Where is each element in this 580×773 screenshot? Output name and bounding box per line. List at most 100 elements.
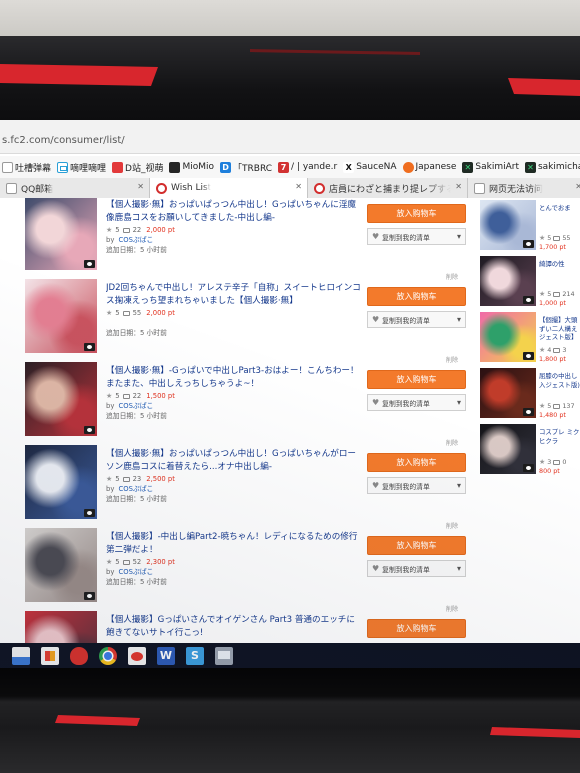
seller-link[interactable]: COSぷぱこ: [119, 485, 154, 493]
bookmark[interactable]: D站_视萌: [112, 161, 163, 174]
item-title-link[interactable]: 【個人撮影】-中出し編Part2-暁ちゃん！レディになるための修行第二弾だよ！: [106, 531, 361, 556]
item-thumbnail[interactable]: [25, 198, 97, 270]
bookmark[interactable]: SakimiArt: [462, 161, 519, 173]
miomio-icon: [169, 161, 181, 173]
recommended-thumbnail[interactable]: [480, 312, 536, 362]
browser-tab[interactable]: Wish List ✕: [150, 178, 308, 198]
bookmark[interactable]: SauceNA: [343, 161, 397, 173]
seller-link[interactable]: COSぷぱこ: [119, 402, 154, 410]
item-added-date: 追加日期：5 小时前: [106, 578, 167, 586]
weibo-icon[interactable]: [128, 646, 146, 665]
seller-link[interactable]: COSぷぱこ: [119, 236, 154, 244]
screen-icon[interactable]: [215, 646, 233, 665]
recommended-title[interactable]: とんでおま: [539, 204, 580, 234]
close-icon[interactable]: ✕: [295, 182, 302, 191]
recommended-thumbnail[interactable]: [480, 424, 536, 474]
recommended-thumbnail[interactable]: [480, 200, 536, 250]
close-icon[interactable]: ✕: [137, 182, 144, 191]
recommended-thumbnail[interactable]: [480, 256, 536, 306]
recommended-title[interactable]: 綺譚の性: [539, 260, 580, 290]
copy-to-list-dropdown[interactable]: ♥ 复制到我的清单 ▾: [367, 228, 466, 245]
recommended-title[interactable]: 屈膝の中出し 入ジェスト版): [539, 372, 580, 402]
bookmark-label: SauceNA: [356, 162, 397, 172]
item-added-date: 追加日期：5 小时前: [106, 329, 167, 337]
close-icon[interactable]: ✕: [455, 182, 462, 191]
copy-to-list-dropdown[interactable]: ♥ 复制到我的清单 ▾: [367, 394, 466, 411]
recommended-item[interactable]: コスプレ ミクヒクラ ★ 3 0 800 pt: [476, 422, 580, 478]
recommended-item[interactable]: 【個撮】大頭 ずい二人構え ジェスト版】 ★ 4 3 1,800 pt: [476, 310, 580, 366]
add-to-cart-button[interactable]: 放入购物车: [367, 453, 466, 472]
bookmark[interactable]: 吐槽弹幕: [2, 161, 51, 174]
recommended-title[interactable]: 【個撮】大頭 ずい二人構え ジェスト版】: [539, 316, 580, 346]
item-title-link[interactable]: JD2回ちゃんで中出し！アレステ辛子「自称」スイートヒロインコス掬凍えっち望まれ…: [106, 282, 361, 307]
word-icon[interactable]: [157, 646, 175, 665]
bookmark[interactable]: 「TRBRC: [220, 161, 272, 174]
star-icon: ★: [539, 234, 546, 242]
recommended-item[interactable]: 綺譚の性 ★ 5 214 1,000 pt: [476, 254, 580, 310]
url-text[interactable]: s.fc2.com/consumer/list/: [2, 135, 125, 146]
bookmark[interactable]: / | yande.r: [278, 161, 337, 173]
item-title-link[interactable]: 【個人撮影·無】おっぱいぱっつん中出し！Gっぱいちゃんに淫魔像鹿島コスをお願いし…: [106, 199, 361, 224]
rating-value: 5: [115, 558, 120, 566]
add-to-cart-button[interactable]: 放入购物车: [367, 287, 466, 306]
item-rating: ★ 5 23 2,500 pt: [106, 475, 175, 484]
tab-label: 网页无法访问: [489, 184, 544, 195]
browser-tab[interactable]: QQ邮箱 ✕: [0, 178, 150, 198]
store-icon[interactable]: [41, 646, 59, 665]
item-rating: ★ 5 52 2,300 pt: [106, 558, 175, 567]
recommended-item[interactable]: とんでおま ★ 5 55 1,700 pt: [476, 198, 580, 254]
bookmark[interactable]: Japanese: [402, 161, 456, 173]
item-thumbnail[interactable]: [25, 528, 97, 602]
item-thumbnail[interactable]: [25, 611, 97, 643]
recommended-price: 800 pt: [539, 466, 560, 475]
star-icon: ★: [539, 346, 546, 354]
browser-tab[interactable]: 网页无法访问 ✕: [468, 178, 580, 198]
s-app-icon[interactable]: [186, 646, 204, 665]
wishlist-item: JD2回ちゃんで中出し！アレステ辛子「自称」スイートヒロインコス掬凍えっち望まれ…: [0, 279, 470, 364]
review-count: 55: [562, 234, 571, 242]
recommended-item[interactable]: 屈膝の中出し 入ジェスト版) ★ 5 137 1,480 pt: [476, 366, 580, 422]
fc2-icon: [156, 182, 167, 194]
chrome-icon[interactable]: [99, 646, 117, 665]
file-explorer-icon[interactable]: [12, 646, 30, 665]
copy-to-list-dropdown[interactable]: ♥ 复制到我的清单 ▾: [367, 477, 466, 494]
close-icon[interactable]: ✕: [575, 182, 580, 191]
recommended-sidebar: とんでおま ★ 5 55 1,700 pt 綺譚の性 ★ 5 214 1,000…: [476, 198, 580, 643]
item-rating: ★ 5 55 2,000 pt: [106, 309, 175, 318]
item-seller: by COSぷぱこ: [106, 568, 153, 577]
add-to-cart-button[interactable]: 放入购物车: [367, 619, 466, 638]
add-to-cart-button[interactable]: 放入购物车: [367, 204, 466, 223]
item-title-link[interactable]: 【個人撮影·無】-Gっぱいで中出しPart3-おはよー！こんちわー！またまた、中…: [106, 365, 361, 390]
address-bar[interactable]: s.fc2.com/consumer/list/: [0, 120, 580, 154]
bookmark[interactable]: 嘀哩嘀哩: [57, 161, 106, 174]
browser-tab[interactable]: 店員にわざと捕まり提レプする ✕: [308, 178, 468, 198]
add-to-cart-button[interactable]: 放入购物车: [367, 536, 466, 555]
wishlist-item: 【個人撮影·無】おっぱいぱっつん中出し！Gっぱいちゃんに淫魔像鹿島コスをお願いし…: [0, 198, 470, 281]
item-thumbnail[interactable]: [25, 362, 97, 436]
copy-to-list-label: 复制到我的清单: [382, 565, 430, 574]
item-title-link[interactable]: 【個人撮影·無】おっぱいぱっつん中出し！Gっぱいちゃんがローソン鹿島コスに着替え…: [106, 448, 361, 473]
item-thumbnail[interactable]: [25, 279, 97, 353]
security-icon[interactable]: [70, 646, 88, 665]
copy-to-list-dropdown[interactable]: ♥ 复制到我的清单 ▾: [367, 311, 466, 328]
recommended-thumbnail[interactable]: [480, 368, 536, 418]
wishlist-item: 【個人撮影】Gっぱいさんでオイゲンさん Part3 普通のエッチに飽きてないサト…: [0, 611, 470, 643]
bookmark-label: SakimiArt: [475, 162, 519, 172]
recommended-info: コスプレ ミクヒクラ ★ 3 0 800 pt: [539, 428, 580, 475]
chevron-down-icon: ▾: [456, 398, 461, 407]
review-count: 23: [132, 475, 142, 483]
recommended-title[interactable]: コスプレ ミクヒクラ: [539, 428, 580, 458]
copy-to-list-label: 复制到我的清单: [382, 316, 430, 325]
seller-link[interactable]: COSぷぱこ: [119, 568, 154, 576]
item-thumbnail[interactable]: [25, 445, 97, 519]
item-added-date: 追加日期：5 小时前: [106, 246, 167, 254]
bookmark-label: 吐槽弹幕: [15, 163, 52, 174]
add-to-cart-button[interactable]: 放入购物车: [367, 370, 466, 389]
bookmark[interactable]: MioMio: [169, 161, 214, 173]
item-title-link[interactable]: 【個人撮影】Gっぱいさんでオイゲンさん Part3 普通のエッチに飽きてないサト…: [106, 614, 361, 639]
seller-prefix: by: [106, 568, 115, 576]
copy-to-list-dropdown[interactable]: ♥ 复制到我的清单 ▾: [367, 560, 466, 577]
bookmark[interactable]: sakimicha: [524, 161, 580, 173]
tab-label: QQ邮箱: [21, 184, 54, 195]
tab-label: Wish List: [171, 183, 212, 193]
